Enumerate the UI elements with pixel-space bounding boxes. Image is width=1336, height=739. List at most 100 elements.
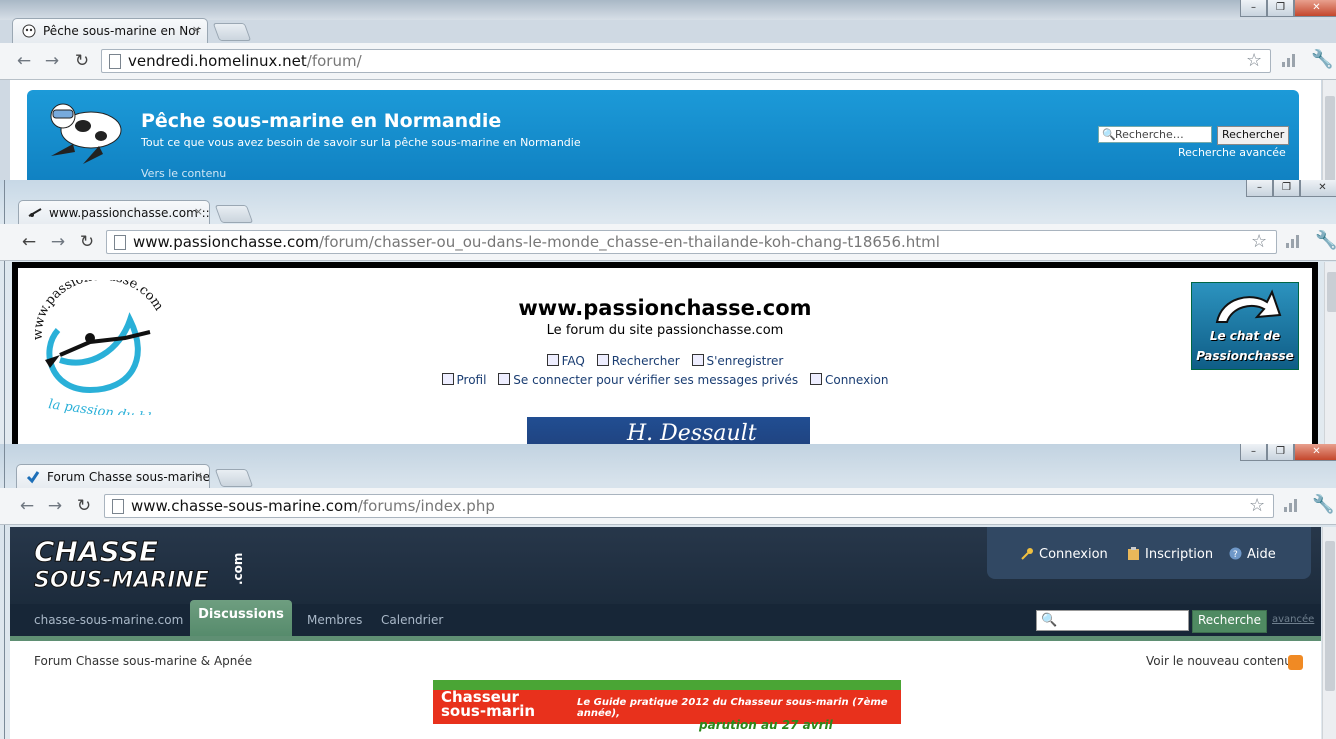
- url-host: vendredi.homelinux.net: [128, 52, 307, 70]
- close-tab-icon[interactable]: ×: [192, 23, 201, 36]
- register-link[interactable]: S'enregistrer: [691, 354, 783, 368]
- close-tab-icon[interactable]: ×: [194, 469, 203, 482]
- skip-to-content-link[interactable]: Vers le contenu: [141, 167, 226, 180]
- tab-normandie[interactable]: Pêche sous-marine en Nor ×: [12, 18, 208, 43]
- profile-link[interactable]: Profil: [441, 373, 486, 387]
- back-icon[interactable]: ←: [14, 51, 34, 71]
- new-content-link[interactable]: Voir le nouveau contenu: [1146, 654, 1292, 668]
- profile-icon: [441, 373, 454, 385]
- rss-icon[interactable]: [1288, 655, 1303, 670]
- window-controls: – ❐ ✕: [1246, 180, 1336, 197]
- back-icon[interactable]: ←: [19, 232, 39, 252]
- browser-toolbar: ← → ↻ www.passionchasse.com/forum/chasse…: [0, 224, 1336, 261]
- page-icon: [112, 499, 124, 514]
- maximize-button[interactable]: ❐: [1273, 180, 1300, 197]
- help-link[interactable]: ? Aide: [1229, 547, 1276, 562]
- minimize-button[interactable]: –: [1240, 0, 1267, 17]
- arrow-icon: [1215, 289, 1282, 323]
- site-title: www.passionchasse.com: [518, 296, 812, 320]
- window-controls: – ❐ ✕: [1240, 444, 1336, 461]
- close-window-button[interactable]: ✕: [1300, 180, 1336, 197]
- address-bar[interactable]: www.passionchasse.com/forum/chasser-ou_o…: [106, 230, 1277, 254]
- bookmark-star-icon[interactable]: ☆: [1251, 231, 1267, 252]
- forward-icon[interactable]: →: [42, 51, 62, 71]
- tab-passionchasse[interactable]: www.passionchasse.com :: ×: [18, 200, 210, 225]
- page-icon: [109, 54, 121, 69]
- address-bar[interactable]: www.chasse-sous-marine.com/forums/index.…: [104, 494, 1274, 518]
- wrench-icon[interactable]: 🔧: [1312, 494, 1334, 515]
- home-link[interactable]: chasse-sous-marine.com: [34, 613, 183, 627]
- back-icon[interactable]: ←: [17, 496, 37, 516]
- faq-link[interactable]: FAQ: [546, 354, 585, 368]
- address-bar[interactable]: vendredi.homelinux.net/forum/: [101, 49, 1271, 73]
- tab-membres[interactable]: Membres: [307, 613, 362, 627]
- chasse-sous-marine-logo[interactable]: CHASSE SOUS-MARINE .com: [32, 535, 250, 597]
- guide-ad-banner[interactable]: Chasseur sous-marin Le Guide pratique 201…: [433, 680, 901, 739]
- search-button[interactable]: Recherche: [1192, 610, 1268, 633]
- search-button[interactable]: Rechercher: [1217, 126, 1290, 145]
- new-tab-button[interactable]: [214, 469, 254, 487]
- nav-links-row1: FAQ Rechercher S'enregistrer: [18, 354, 1312, 368]
- breadcrumb[interactable]: Forum Chasse sous-marine & Apnée: [34, 654, 252, 668]
- scrollbar[interactable]: [1322, 527, 1336, 739]
- checkmark-favicon-icon: [26, 471, 40, 484]
- close-window-button[interactable]: ✕: [1294, 444, 1336, 461]
- logo-slogan-text: la passion du bleu: [47, 397, 167, 415]
- signal-bars-icon[interactable]: [1286, 234, 1300, 248]
- wrench-icon[interactable]: 🔧: [1311, 49, 1333, 70]
- register-link[interactable]: Inscription: [1127, 547, 1213, 562]
- forward-icon[interactable]: →: [48, 232, 68, 252]
- ad-brand: Chasseur sous-marin: [441, 688, 536, 720]
- new-tab-button[interactable]: [214, 205, 254, 223]
- maximize-button[interactable]: ❐: [1267, 0, 1294, 17]
- maximize-button[interactable]: ❐: [1267, 444, 1294, 461]
- browser-toolbar: ← → ↻ vendredi.homelinux.net/forum/ ☆ 🔧: [0, 43, 1336, 80]
- cow-favicon-icon: [22, 24, 36, 38]
- scrollbar[interactable]: [1324, 262, 1336, 460]
- page-content: www.passionchasse.com la passion du bleu…: [12, 262, 1318, 462]
- signal-bars-icon[interactable]: [1284, 498, 1298, 512]
- search-icon: [596, 354, 609, 366]
- url-path: /forums/index.php: [357, 497, 495, 515]
- svg-text:?: ?: [1233, 550, 1238, 560]
- new-tab-button[interactable]: [212, 23, 252, 41]
- tab-discussions[interactable]: Discussions: [190, 600, 292, 636]
- search-input[interactable]: 🔍: [1036, 610, 1189, 631]
- site-title: Pêche sous-marine en Normandie: [141, 110, 502, 132]
- tab-title: Pêche sous-marine en Nor: [43, 24, 201, 38]
- forward-icon[interactable]: →: [45, 496, 65, 516]
- search-link[interactable]: Rechercher: [596, 354, 680, 368]
- close-tab-icon[interactable]: ×: [194, 205, 203, 218]
- wrench-icon[interactable]: 🔧: [1315, 230, 1336, 251]
- advanced-search-link[interactable]: avancée: [1272, 614, 1314, 625]
- advanced-search-link[interactable]: Recherche avancée: [1178, 146, 1286, 159]
- site-header: CHASSE SOUS-MARINE .com Connexion Inscri…: [10, 527, 1321, 604]
- desktop-taskbar-strip: [0, 0, 1336, 20]
- login-link[interactable]: Connexion: [1021, 547, 1108, 562]
- tab-title: Forum Chasse sous-marine: [47, 470, 210, 484]
- minimize-button[interactable]: –: [1246, 180, 1273, 197]
- bookmark-star-icon[interactable]: ☆: [1249, 495, 1265, 516]
- reload-icon[interactable]: ↻: [74, 496, 94, 516]
- browser-window-passionchasse: – ❐ ✕ www.passionchasse.com :: × ← → ↻ w…: [0, 180, 1336, 462]
- browser-toolbar: ← → ↻ www.chasse-sous-marine.com/forums/…: [0, 488, 1336, 525]
- key-icon: [1021, 548, 1033, 560]
- tab-chasse-sous-marine[interactable]: Forum Chasse sous-marine ×: [16, 464, 210, 489]
- login-link[interactable]: Connexion: [809, 373, 888, 387]
- reload-icon[interactable]: ↻: [77, 232, 97, 252]
- chat-banner[interactable]: Le chat de Passionchasse: [1191, 282, 1299, 370]
- nav-links-row2: Profil Se connecter pour vérifier ses me…: [18, 373, 1312, 387]
- reload-icon[interactable]: ↻: [72, 51, 92, 71]
- close-window-button[interactable]: ✕: [1294, 0, 1336, 17]
- search-placeholder: Recherche…: [1115, 128, 1184, 141]
- chat-label: Le chat de Passionchasse: [1196, 329, 1294, 363]
- url-host: www.passionchasse.com: [133, 233, 319, 251]
- page-icon: [114, 235, 126, 250]
- search-input[interactable]: 🔍 Recherche…: [1098, 126, 1212, 143]
- signal-bars-icon[interactable]: [1282, 53, 1296, 67]
- tab-calendrier[interactable]: Calendrier: [381, 613, 443, 627]
- minimize-button[interactable]: –: [1240, 444, 1267, 461]
- site-description: Tout ce que vous avez besoin de savoir s…: [141, 136, 581, 149]
- private-messages-link[interactable]: Se connecter pour vérifier ses messages …: [498, 373, 798, 387]
- bookmark-star-icon[interactable]: ☆: [1246, 50, 1262, 71]
